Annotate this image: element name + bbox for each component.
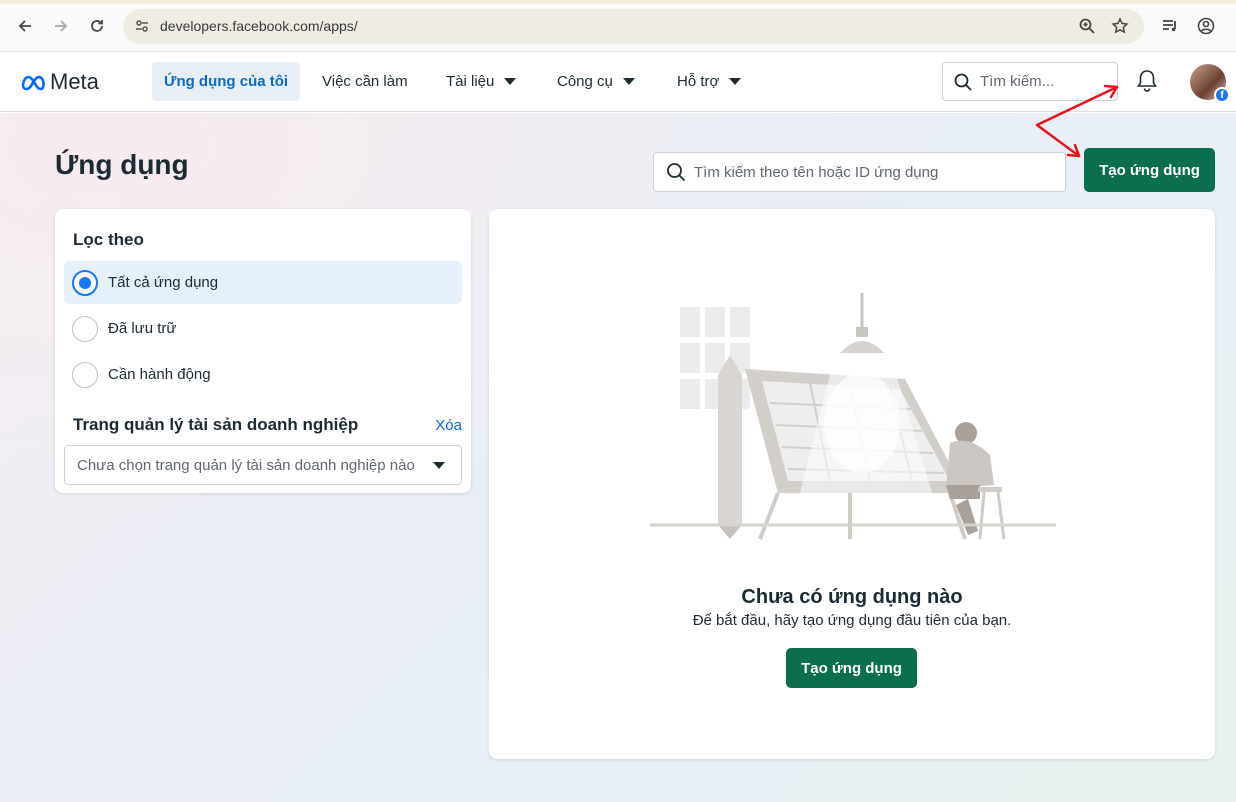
filter-heading: Lọc theo	[73, 230, 144, 249]
global-search[interactable]	[942, 62, 1118, 101]
user-avatar[interactable]: f	[1190, 64, 1230, 103]
filter-option-label: Cần hành động	[108, 366, 211, 383]
nav-label: Hỗ trợ	[677, 73, 720, 90]
meta-infinity-icon	[21, 75, 45, 91]
business-manager-title: Trang quản lý tài sản doanh nghiệp	[73, 415, 359, 434]
search-icon	[667, 163, 686, 182]
empty-state-title: Chưa có ứng dụng nào	[741, 586, 963, 608]
nav-docs[interactable]: Tài liệu	[434, 62, 528, 101]
browser-toolbar: developers.facebook.com/apps/	[0, 0, 1236, 52]
radio-selected-icon[interactable]	[72, 269, 98, 296]
url-text[interactable]: developers.facebook.com/apps/	[160, 18, 358, 34]
empty-state-card: Chưa có ứng dụng nào Để bắt đầu, hãy tạo…	[489, 209, 1215, 759]
facebook-badge-icon: f	[1214, 87, 1230, 103]
app-search-input[interactable]	[694, 163, 1054, 181]
filter-option-label: Tất cả ứng dụng	[108, 274, 219, 291]
reload-icon[interactable]	[85, 14, 109, 38]
filter-option-archived[interactable]: Đã lưu trữ	[64, 307, 462, 350]
notifications-bell-icon[interactable]	[1134, 68, 1160, 94]
profile-icon[interactable]	[1194, 14, 1218, 38]
filter-option-label: Đã lưu trữ	[108, 320, 177, 337]
app-search[interactable]	[653, 152, 1066, 192]
global-search-input[interactable]	[980, 73, 1110, 90]
nav-label: Công cụ	[557, 73, 613, 90]
empty-state-illustration	[650, 293, 1056, 540]
logo-wordmark: Meta	[50, 69, 99, 94]
filter-option-all-apps[interactable]: Tất cả ứng dụng	[64, 261, 462, 304]
zoom-icon[interactable]	[1076, 15, 1098, 37]
top-navigation: Meta Ứng dụng của tôi Việc cần làm Tài l…	[0, 52, 1236, 112]
radio-icon[interactable]	[72, 315, 98, 342]
nav-support[interactable]: Hỗ trợ	[665, 62, 753, 101]
radio-icon[interactable]	[72, 361, 98, 388]
create-app-button-empty[interactable]: Tạo ứng dụng	[786, 648, 917, 688]
business-manager-select-value: Chưa chọn trang quản lý tài sản doanh ng…	[77, 456, 415, 474]
meta-logo[interactable]: Meta	[20, 69, 99, 95]
bookmark-star-icon[interactable]	[1109, 15, 1131, 37]
caret-down-icon	[729, 78, 742, 85]
clear-link[interactable]: Xóa	[435, 417, 462, 434]
caret-down-icon	[622, 78, 635, 85]
reading-list-icon[interactable]	[1158, 14, 1182, 38]
nav-label: Ứng dụng của tôi	[164, 73, 289, 90]
forward-icon[interactable]	[49, 14, 73, 38]
main-content: Ứng dụng Tạo ứng dụng Lọc theo Tất cả ứn…	[0, 113, 1236, 802]
filter-option-action-needed[interactable]: Cần hành động	[64, 353, 462, 396]
site-info-icon[interactable]	[131, 15, 153, 37]
nav-label: Tài liệu	[446, 73, 495, 90]
nav-todo[interactable]: Việc cần làm	[310, 62, 420, 101]
nav-label: Việc cần làm	[322, 73, 408, 90]
nav-my-apps[interactable]: Ứng dụng của tôi	[152, 62, 301, 101]
empty-state-subtitle: Để bắt đầu, hãy tạo ứng dụng đầu tiên củ…	[692, 612, 1012, 629]
nav-tools[interactable]: Công cụ	[545, 62, 647, 101]
address-bar[interactable]: developers.facebook.com/apps/	[123, 9, 1144, 44]
tab-strip-edge	[0, 0, 1236, 4]
page-title: Ứng dụng	[55, 149, 189, 180]
caret-down-icon	[433, 462, 445, 469]
business-manager-select[interactable]: Chưa chọn trang quản lý tài sản doanh ng…	[64, 445, 462, 485]
filter-panel: Lọc theo Tất cả ứng dụng Đã lưu trữ Cần …	[55, 209, 471, 493]
caret-down-icon	[504, 78, 517, 85]
create-app-button[interactable]: Tạo ứng dụng	[1084, 148, 1215, 192]
search-icon	[954, 73, 972, 91]
back-icon[interactable]	[13, 14, 37, 38]
